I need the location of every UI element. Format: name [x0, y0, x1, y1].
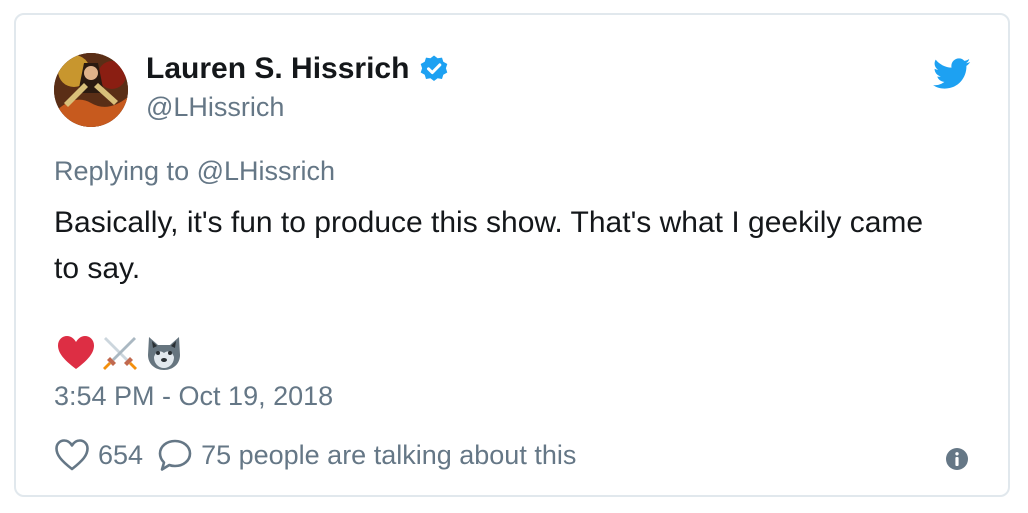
reply-to-handle-link[interactable]: @LHissrich — [197, 156, 335, 186]
author-name[interactable]: Lauren S. Hissrich — [146, 52, 409, 86]
author-name-row[interactable]: Lauren S. Hissrich — [146, 52, 449, 86]
tweet-timestamp-link[interactable]: 3:54 PM - Oct 19, 2018 — [54, 381, 333, 412]
author-handle[interactable]: @LHissrich — [146, 92, 284, 123]
reply-context: Replying to @LHissrich — [54, 156, 335, 187]
speech-bubble-icon[interactable] — [157, 438, 193, 472]
twitter-bird-icon[interactable] — [933, 58, 971, 90]
avatar-image — [54, 53, 128, 127]
emoji-row — [56, 333, 184, 373]
talking-count-text[interactable]: 75 people are talking about this — [201, 440, 576, 471]
like-button[interactable]: 654 — [54, 438, 143, 472]
reply-prefix: Replying to — [54, 156, 190, 186]
crossed-swords-emoji — [100, 333, 140, 373]
avatar[interactable] — [54, 53, 128, 127]
info-icon[interactable] — [945, 447, 969, 471]
tweet-text: Basically, it's fun to produce this show… — [54, 206, 924, 285]
verified-badge-icon — [419, 54, 449, 84]
tweet-actions: 654 75 people are talking about this — [54, 436, 576, 474]
heart-outline-icon[interactable] — [54, 438, 90, 472]
heart-emoji — [56, 333, 96, 373]
like-count[interactable]: 654 — [98, 440, 143, 471]
wolf-emoji — [144, 333, 184, 373]
reply-conversation-button[interactable]: 75 people are talking about this — [143, 438, 576, 472]
